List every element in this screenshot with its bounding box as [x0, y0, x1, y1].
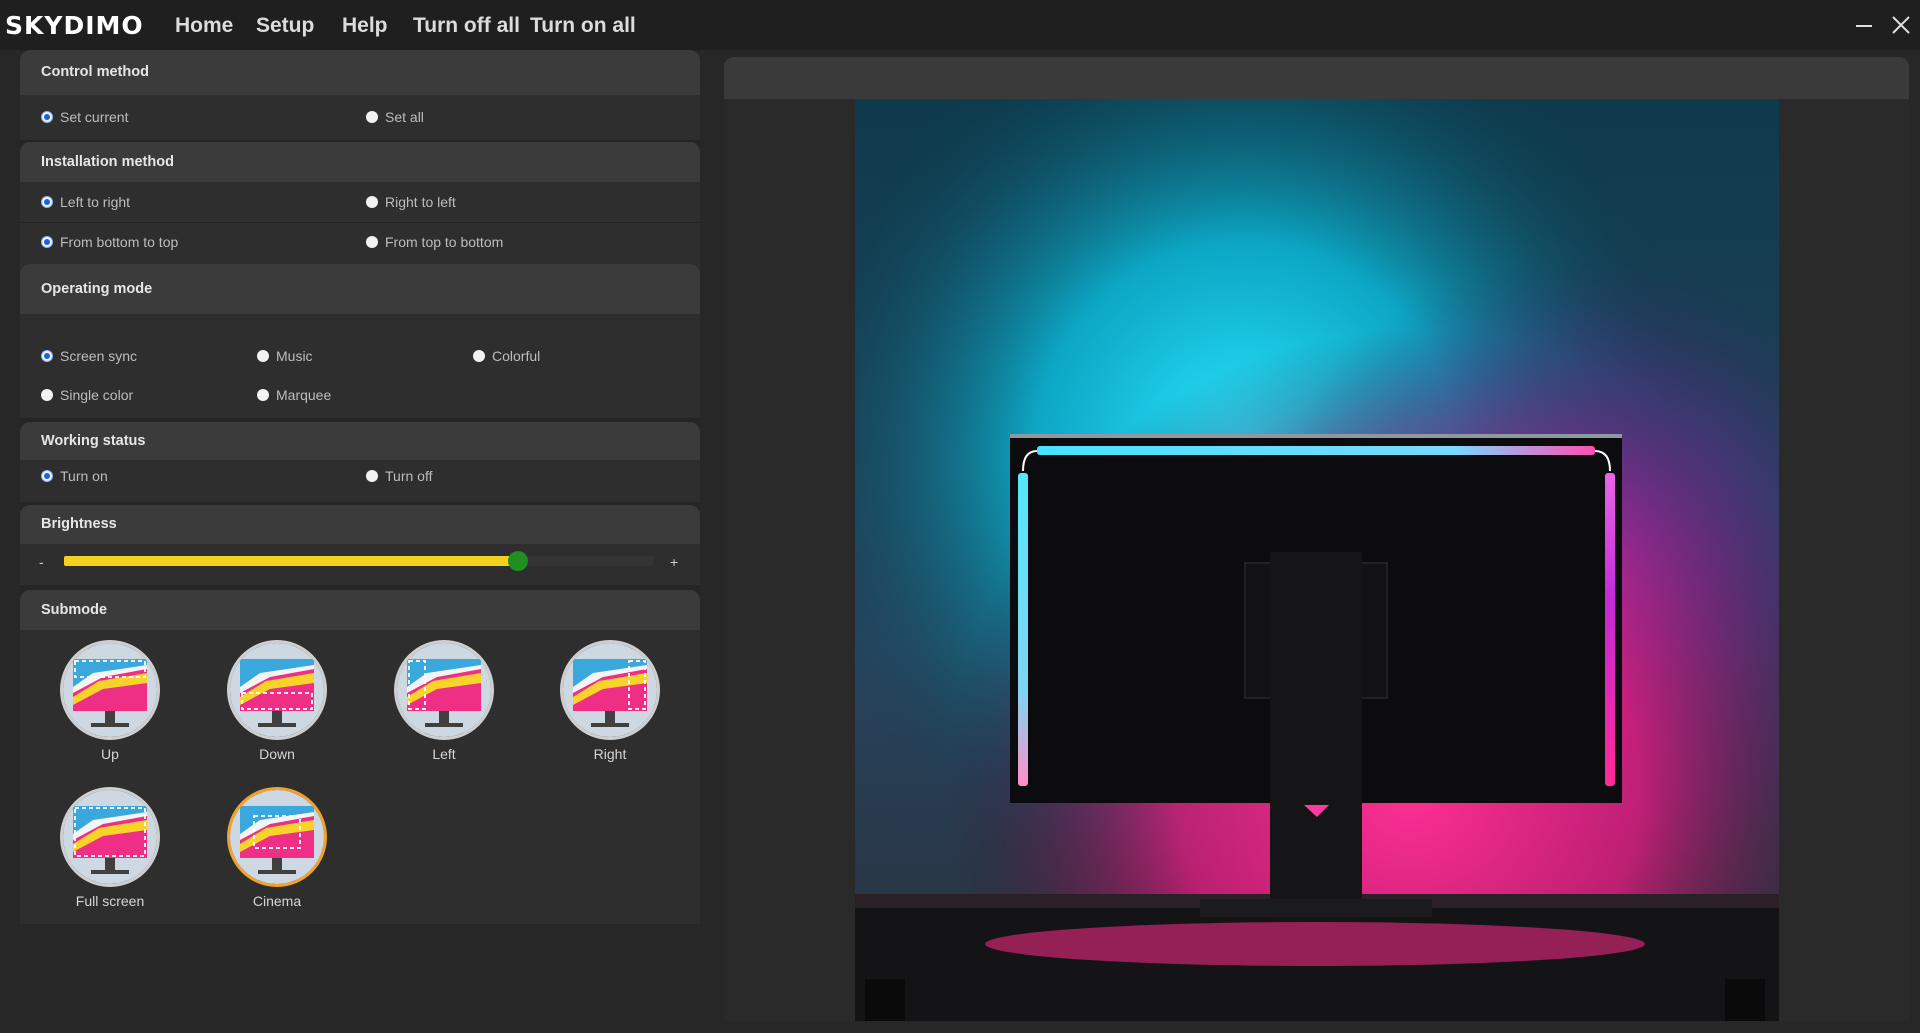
- radio-indicator: [41, 470, 53, 482]
- radio-indicator: [41, 350, 53, 362]
- installation-method-title: Installation method: [20, 142, 700, 182]
- radio-from-top-to-bottom[interactable]: From top to bottom: [366, 233, 503, 251]
- brightness-minus: -: [39, 554, 44, 570]
- close-button[interactable]: [1885, 10, 1915, 40]
- radio-turn-on[interactable]: Turn on: [41, 467, 108, 485]
- preview-panel: [724, 57, 1909, 1021]
- brightness-plus: +: [670, 554, 679, 570]
- submode-icon-left: [394, 640, 494, 740]
- brightness-thumb[interactable]: [508, 551, 529, 571]
- radio-marquee[interactable]: Marquee: [257, 386, 331, 404]
- submode-label: Left: [432, 746, 456, 762]
- radio-label: From top to bottom: [385, 234, 504, 250]
- submode-left[interactable]: Left: [384, 640, 504, 770]
- submode-cinema[interactable]: Cinema: [217, 787, 337, 917]
- radio-indicator: [257, 389, 269, 401]
- submode-full-screen[interactable]: Full screen: [50, 787, 170, 917]
- radio-indicator: [366, 111, 378, 123]
- submode-down[interactable]: Down: [217, 640, 337, 770]
- submode-icon-down: [227, 640, 327, 740]
- radio-indicator: [41, 236, 53, 248]
- close-icon: [1892, 16, 1910, 34]
- radio-label: Music: [276, 348, 313, 364]
- radio-indicator: [473, 350, 485, 362]
- monitor-zone-bottom-icon: [230, 643, 324, 737]
- monitor-zone-top-icon: [63, 643, 157, 737]
- radio-indicator: [41, 111, 53, 123]
- nav-turn-on-all[interactable]: Turn on all: [530, 14, 636, 40]
- radio-label: Left to right: [60, 194, 131, 210]
- submode-label: Cinema: [252, 893, 302, 909]
- brightness-fill: [64, 556, 519, 566]
- control-method-title: Control method: [20, 50, 700, 95]
- radio-left-to-right[interactable]: Left to right: [41, 193, 130, 211]
- nav-help[interactable]: Help: [342, 14, 388, 40]
- submode-up[interactable]: Up: [50, 640, 170, 770]
- working-status-card: Working status Turn on Turn off: [20, 422, 700, 502]
- submode-card: Submode Up Down Left Right Full screen C…: [20, 590, 700, 924]
- operating-mode-card: Operating mode Screen sync Music Colorfu…: [20, 264, 700, 418]
- nav-setup[interactable]: Setup: [256, 14, 314, 40]
- submode-title: Submode: [20, 590, 700, 630]
- monitor-preview-image: [855, 99, 1779, 1021]
- radio-indicator: [41, 196, 53, 208]
- submode-icon-full-screen: [60, 787, 160, 887]
- working-status-title: Working status: [20, 422, 700, 460]
- radio-label: Set current: [60, 109, 129, 125]
- top-bar: SKYDIMO Home Setup Help Turn off all Tur…: [0, 0, 1920, 50]
- submode-icon-cinema: [227, 787, 327, 887]
- radio-label: Right to left: [385, 194, 456, 210]
- monitor-zone-full-icon: [63, 790, 157, 884]
- settings-panel: Control method Set current Set all Insta…: [20, 50, 700, 924]
- radio-right-to-left[interactable]: Right to left: [366, 193, 456, 211]
- submode-label: Full screen: [75, 893, 145, 909]
- radio-indicator: [41, 389, 53, 401]
- radio-turn-off[interactable]: Turn off: [366, 467, 432, 485]
- monitor-backlight-preview: [855, 99, 1779, 1021]
- radio-music[interactable]: Music: [257, 347, 313, 365]
- radio-set-current[interactable]: Set current: [41, 108, 128, 126]
- nav-home[interactable]: Home: [175, 14, 233, 40]
- radio-indicator: [257, 350, 269, 362]
- radio-label: Single color: [60, 387, 134, 403]
- submode-label: Up: [101, 746, 119, 762]
- operating-mode-title: Operating mode: [20, 264, 700, 314]
- radio-label: Turn on: [60, 468, 108, 484]
- submode-label: Down: [259, 746, 295, 762]
- app-logo: SKYDIMO: [5, 11, 144, 40]
- radio-indicator: [366, 236, 378, 248]
- monitor-zone-cinema-icon: [230, 790, 324, 884]
- brightness-title: Brightness: [20, 505, 700, 544]
- radio-indicator: [366, 196, 378, 208]
- control-method-card: Control method Set current Set all: [20, 50, 700, 140]
- monitor-zone-right-icon: [563, 643, 657, 737]
- submode-right[interactable]: Right: [550, 640, 670, 770]
- brightness-slider-row: - +: [20, 551, 700, 576]
- radio-single-color[interactable]: Single color: [41, 386, 133, 404]
- submode-icon-up: [60, 640, 160, 740]
- minimize-icon: [1856, 25, 1872, 27]
- radio-label: Marquee: [276, 387, 332, 403]
- radio-from-bottom-to-top[interactable]: From bottom to top: [41, 233, 178, 251]
- radio-label: From bottom to top: [60, 234, 179, 250]
- submode-label: Right: [593, 746, 627, 762]
- radio-set-all[interactable]: Set all: [366, 108, 424, 126]
- monitor-zone-left-icon: [397, 643, 491, 737]
- radio-indicator: [366, 470, 378, 482]
- preview-header: [724, 57, 1909, 99]
- brightness-slider[interactable]: [64, 551, 654, 571]
- radio-label: Set all: [385, 109, 424, 125]
- brightness-card: Brightness - +: [20, 505, 700, 585]
- radio-label: Screen sync: [60, 348, 138, 364]
- radio-colorful[interactable]: Colorful: [473, 347, 540, 365]
- radio-label: Colorful: [492, 348, 541, 364]
- nav-turn-off-all[interactable]: Turn off all: [413, 14, 520, 40]
- row-divider: [20, 222, 700, 223]
- minimize-button[interactable]: [1848, 10, 1878, 40]
- submode-icon-right: [560, 640, 660, 740]
- radio-screen-sync[interactable]: Screen sync: [41, 347, 137, 365]
- radio-label: Turn off: [385, 468, 433, 484]
